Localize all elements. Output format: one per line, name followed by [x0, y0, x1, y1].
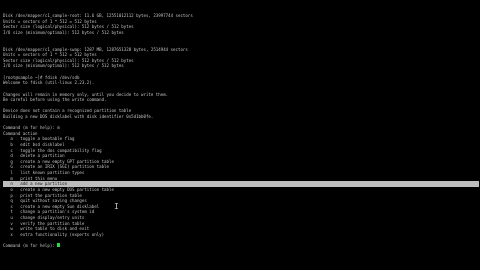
- terminal-window[interactable]: Disk /dev/mapper/c1_sample-root: 11.6 GB…: [0, 0, 480, 270]
- text-input-cursor: [57, 242, 61, 248]
- command-prompt-line[interactable]: Command (m for help):: [3, 242, 480, 249]
- text-cursor-icon: I: [114, 202, 119, 211]
